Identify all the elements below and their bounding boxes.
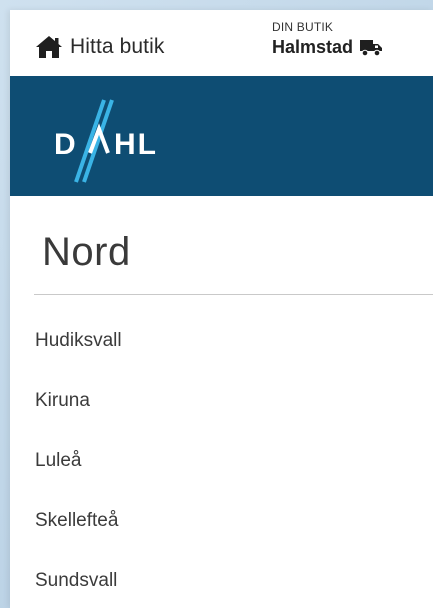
region-section: Nord Hudiksvall Kiruna Luleå Skellefteå … xyxy=(10,196,433,608)
dahl-logo[interactable]: D HL xyxy=(50,96,180,186)
store-link-hudiksvall[interactable]: Hudiksvall xyxy=(35,328,122,388)
find-store-label: Hitta butik xyxy=(70,35,165,58)
svg-text:HL: HL xyxy=(114,128,158,161)
top-bar: Hitta butik DIN BUTIK Halmstad xyxy=(10,10,433,76)
my-store-name: Halmstad xyxy=(272,37,354,57)
store-link-skelleftea[interactable]: Skellefteå xyxy=(35,508,122,568)
store-link-sundsvall[interactable]: Sundsvall xyxy=(35,568,122,608)
store-link-kiruna[interactable]: Kiruna xyxy=(35,388,122,448)
find-store-link[interactable]: Hitta butik xyxy=(34,32,164,62)
my-store-name-row: Halmstad xyxy=(272,37,383,58)
store-link-lulea[interactable]: Luleå xyxy=(35,448,122,508)
my-store-caption: DIN BUTIK xyxy=(272,20,334,34)
brand-header: D HL xyxy=(10,76,433,196)
my-store[interactable]: DIN BUTIK Halmstad xyxy=(272,20,383,58)
title-divider xyxy=(34,294,433,295)
screen-background: Hitta butik DIN BUTIK Halmstad D HL Nord… xyxy=(0,0,433,608)
region-title: Nord xyxy=(42,230,131,274)
truck-icon xyxy=(359,38,383,57)
page-panel: Hitta butik DIN BUTIK Halmstad D HL Nord… xyxy=(10,10,433,608)
home-icon xyxy=(34,34,64,60)
svg-text:D: D xyxy=(54,128,78,161)
store-list: Hudiksvall Kiruna Luleå Skellefteå Sunds… xyxy=(35,328,122,608)
